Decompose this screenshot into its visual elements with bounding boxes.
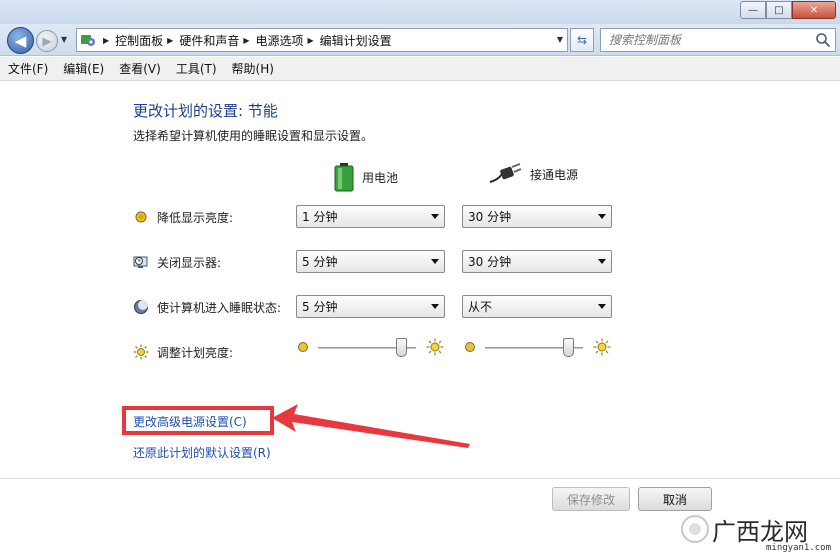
breadcrumb-control-panel[interactable]: 控制面板 [115, 32, 163, 49]
watermark-logo-icon [681, 515, 709, 543]
slider-thumb[interactable] [562, 338, 574, 357]
setting-label: 使计算机进入睡眠状态: [157, 301, 282, 315]
battery-icon [334, 163, 354, 192]
cancel-button[interactable]: 取消 [638, 487, 712, 511]
dim-brightness-icon [465, 342, 475, 352]
watermark-text: 广西龙网 [712, 518, 808, 546]
minimize-button[interactable]: — [740, 1, 766, 19]
turn-off-display-plugged-select[interactable]: 30 分钟 [462, 250, 612, 273]
window-controls: — □ ✕ [740, 1, 836, 19]
setting-label: 降低显示亮度: [157, 211, 234, 225]
control-panel-icon [77, 29, 99, 51]
bright-brightness-icon [593, 338, 611, 356]
bright-brightness-icon [426, 338, 444, 356]
breadcrumb-edit-plan[interactable]: 编辑计划设置 [320, 32, 392, 49]
breadcrumb-power-options[interactable]: 电源选项 [256, 32, 304, 49]
select-value: 5 分钟 [302, 300, 338, 314]
search-icon[interactable] [815, 32, 831, 48]
dropdown-arrow-icon [598, 304, 606, 309]
breadcrumb-separator-icon[interactable]: ▶ [243, 36, 249, 45]
dim-sun-icon [135, 211, 147, 223]
annotation-arrow-icon [272, 404, 470, 448]
menu-view[interactable]: 查看(V) [119, 60, 161, 77]
address-dropdown-icon[interactable]: ▼ [557, 35, 563, 44]
dropdown-arrow-icon [598, 214, 606, 219]
watermark-url: mingyan1.com [766, 543, 832, 553]
dropdown-arrow-icon [431, 214, 439, 219]
restore-defaults-link[interactable]: 还原此计划的默认设置(R) [133, 444, 271, 461]
power-plug-icon [489, 163, 522, 183]
back-button[interactable]: ◀ [7, 27, 34, 54]
select-value: 1 分钟 [302, 210, 338, 224]
slider-thumb[interactable] [395, 338, 407, 357]
brightness-plugged-slider[interactable] [463, 336, 613, 360]
save-changes-button[interactable]: 保存修改 [552, 487, 630, 511]
breadcrumb-separator-icon[interactable]: ▶ [308, 36, 314, 45]
select-value: 从不 [468, 300, 493, 314]
search-box[interactable] [600, 28, 836, 52]
brightness-sun-icon [133, 344, 149, 360]
recent-pages-dropdown[interactable]: ▼ [61, 35, 67, 44]
dropdown-arrow-icon [598, 259, 606, 264]
footer-divider [0, 478, 840, 479]
battery-label: 用电池 [362, 170, 399, 185]
menu-bar: 文件(F) 编辑(E) 查看(V) 工具(T) 帮助(H) [0, 57, 840, 81]
dropdown-arrow-icon [431, 259, 439, 264]
watermark: 广西龙网 mingyan1.com [680, 512, 840, 558]
brightness-battery-slider[interactable] [296, 336, 446, 360]
menu-edit[interactable]: 编辑(E) [63, 60, 104, 77]
dim-display-battery-select[interactable]: 1 分钟 [296, 205, 445, 228]
menu-file[interactable]: 文件(F) [8, 60, 48, 77]
dropdown-arrow-icon [431, 304, 439, 309]
dim-display-plugged-select[interactable]: 30 分钟 [462, 205, 612, 228]
page-title: 更改计划的设置: 节能 [133, 102, 278, 120]
advanced-power-settings-link[interactable]: 更改高级电源设置(C) [133, 413, 247, 430]
breadcrumb-separator-icon[interactable]: ▶ [167, 36, 173, 45]
plugged-label: 接通电源 [530, 167, 579, 182]
battery-column-header: 用电池 [334, 162, 398, 192]
menu-tools[interactable]: 工具(T) [176, 60, 217, 77]
page-subtitle: 选择希望计算机使用的睡眠设置和显示设置。 [133, 129, 374, 143]
dim-brightness-icon [298, 342, 308, 352]
breadcrumb-hardware-sound[interactable]: 硬件和声音 [179, 32, 239, 49]
select-value: 30 分钟 [468, 210, 512, 224]
menu-help[interactable]: 帮助(H) [232, 60, 274, 77]
monitor-clock-icon [133, 256, 148, 268]
setting-label: 调整计划亮度: [157, 346, 234, 360]
close-button[interactable]: ✕ [792, 1, 836, 19]
sleep-moon-icon [134, 300, 148, 314]
back-arrow-icon: ◀ [14, 31, 27, 50]
refresh-button[interactable]: ⇆ [570, 28, 594, 52]
title-bar: — □ ✕ [0, 0, 840, 24]
breadcrumb-separator-icon[interactable]: ▶ [103, 36, 109, 45]
forward-arrow-icon: ▶ [42, 34, 52, 48]
sleep-plugged-select[interactable]: 从不 [462, 295, 612, 318]
select-value: 30 分钟 [468, 255, 512, 269]
plugged-column-header: 接通电源 [488, 162, 578, 186]
turn-off-display-battery-select[interactable]: 5 分钟 [296, 250, 445, 273]
address-bar[interactable]: ▶ 控制面板 ▶ 硬件和声音 ▶ 电源选项 ▶ 编辑计划设置 ▼ [76, 28, 568, 52]
maximize-button[interactable]: □ [766, 1, 792, 19]
select-value: 5 分钟 [302, 255, 338, 269]
navigation-bar: ◀ ▶ ▼ ▶ 控制面板 ▶ 硬件和声音 ▶ 电源选项 ▶ 编辑计划设置 ▼ ⇆ [0, 24, 840, 56]
setting-label: 关闭显示器: [157, 256, 222, 270]
sleep-battery-select[interactable]: 5 分钟 [296, 295, 445, 318]
search-input[interactable] [601, 29, 801, 51]
content-area: 更改计划的设置: 节能 选择希望计算机使用的睡眠设置和显示设置。 用电池 接通电… [0, 82, 840, 558]
forward-button[interactable]: ▶ [36, 30, 58, 52]
refresh-icon: ⇆ [576, 33, 588, 47]
